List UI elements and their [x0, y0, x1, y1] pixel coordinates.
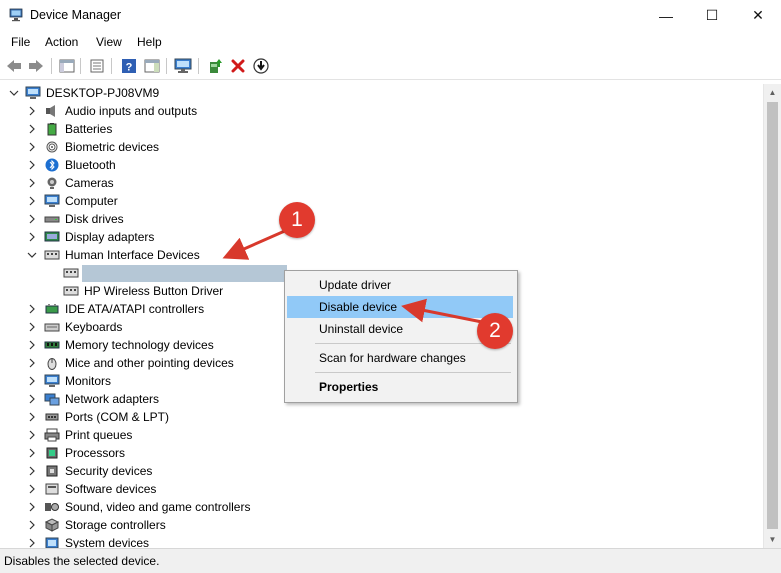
annotation-arrow-2 [401, 298, 483, 324]
annotation-arrow-1 [222, 228, 288, 260]
annotation-badge-2: 2 [477, 313, 513, 349]
annotation-badge-1: 1 [279, 202, 315, 238]
annotation-arrows [222, 228, 483, 324]
